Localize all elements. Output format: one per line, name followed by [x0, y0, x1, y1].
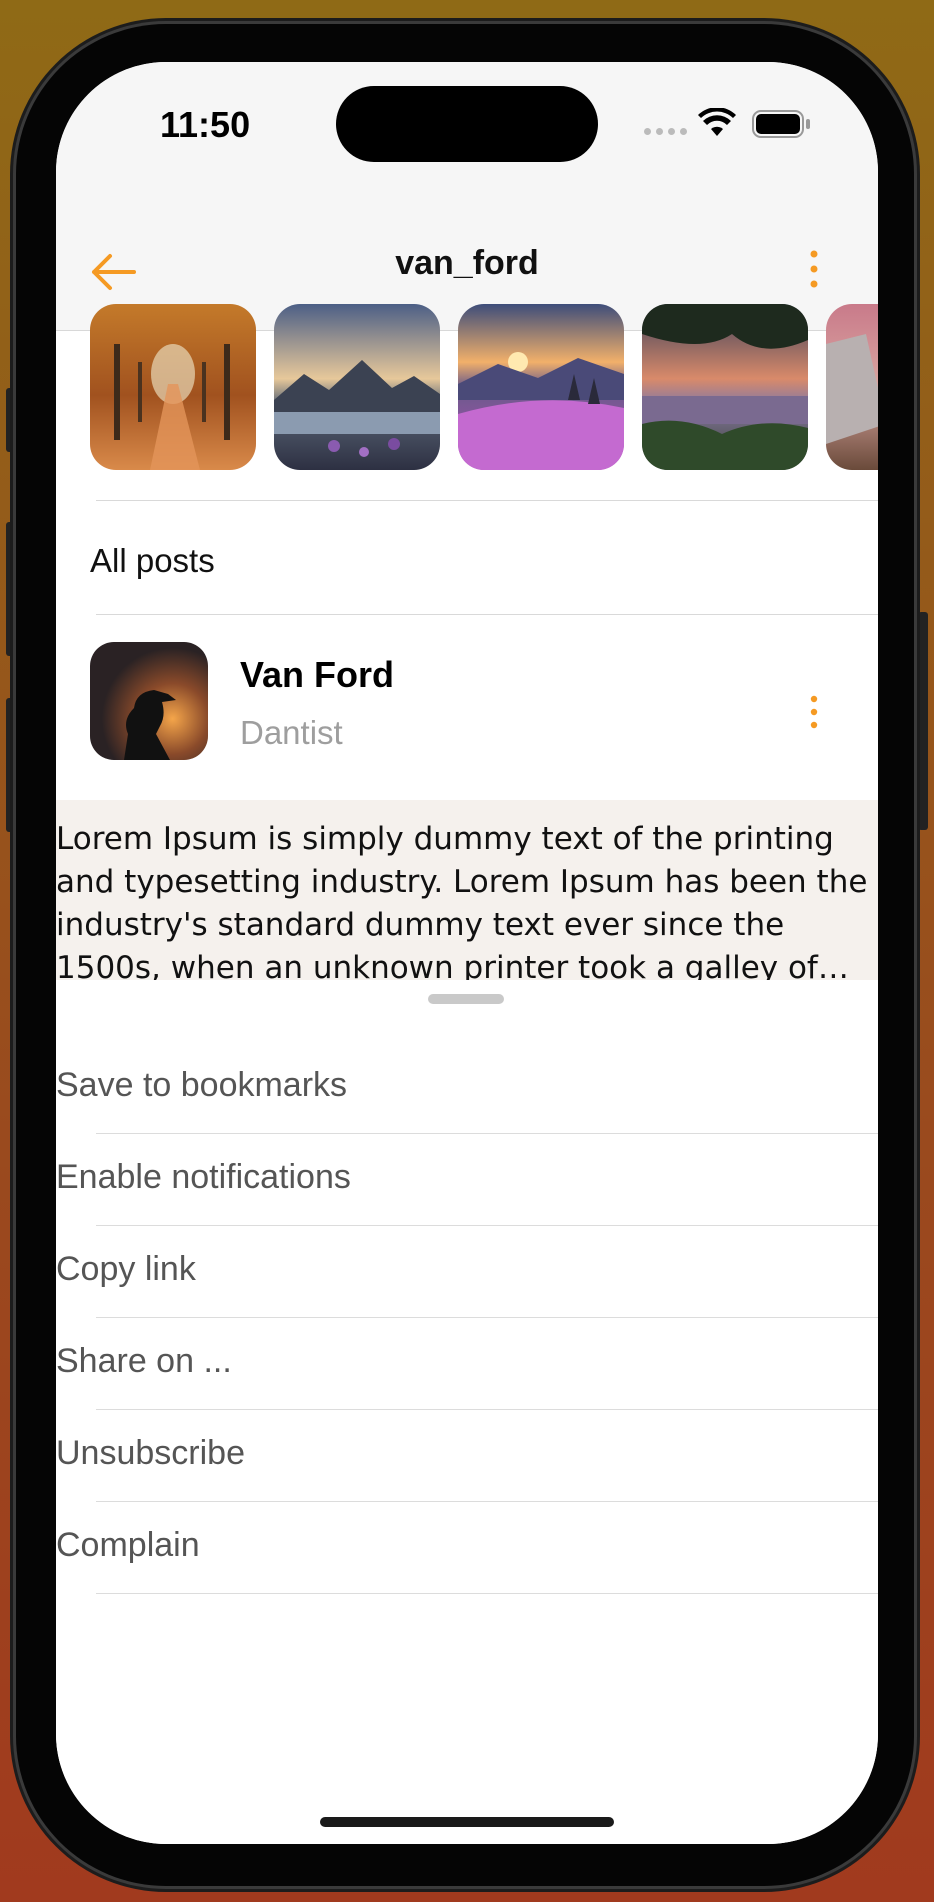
menu-item-complain[interactable]: Complain: [56, 1502, 878, 1594]
menu-item-label: Share on ...: [56, 1342, 232, 1380]
status-bar: 11:50: [56, 62, 878, 212]
sheet-grabber[interactable]: [428, 994, 504, 1004]
menu-item-label: Enable notifications: [56, 1158, 351, 1196]
menu-item-save-to-bookmarks[interactable]: Save to bookmarks: [56, 1042, 878, 1134]
more-vertical-icon[interactable]: [808, 248, 820, 290]
power-button: [918, 612, 928, 830]
author-name: Van Ford: [240, 654, 395, 695]
divider: [96, 500, 878, 501]
cellular-signal-icon: [644, 128, 687, 135]
menu-item-copy-link[interactable]: Copy link: [56, 1226, 878, 1318]
divider: [96, 1593, 878, 1594]
menu-item-enable-notifications[interactable]: Enable notifications: [56, 1134, 878, 1226]
story-thumbnail[interactable]: [642, 304, 808, 470]
volume-down-button: [6, 698, 16, 832]
battery-icon: [752, 110, 810, 138]
menu-item-share-on[interactable]: Share on ...: [56, 1318, 878, 1410]
home-indicator: [320, 1817, 614, 1827]
volume-up-button: [6, 522, 16, 656]
avatar[interactable]: [90, 642, 208, 760]
stories-carousel[interactable]: [90, 304, 878, 474]
menu-item-label: Unsubscribe: [56, 1434, 245, 1472]
post-body: Lorem Ipsum is simply dummy text of the …: [56, 800, 878, 980]
screen: 11:50 van_ford All posts Van Ford Dantis…: [56, 62, 878, 1844]
dynamic-island: [336, 86, 598, 162]
post-text: Lorem Ipsum is simply dummy text of the …: [56, 821, 868, 980]
page-title: van_ford: [395, 244, 539, 282]
story-thumbnail[interactable]: [90, 304, 256, 470]
story-thumbnail[interactable]: [274, 304, 440, 470]
action-sheet: Save to bookmarks Enable notifications C…: [56, 980, 878, 1844]
menu-item-label: Copy link: [56, 1250, 196, 1288]
wifi-icon: [698, 108, 736, 136]
section-title-all-posts: All posts: [90, 542, 215, 579]
post-header: Van Ford Dantist: [56, 614, 878, 800]
author-role: Dantist: [240, 714, 343, 751]
action-menu: Save to bookmarks Enable notifications C…: [56, 1042, 878, 1594]
menu-item-label: Save to bookmarks: [56, 1066, 348, 1104]
story-thumbnail[interactable]: [826, 304, 878, 470]
menu-item-label: Complain: [56, 1526, 200, 1564]
story-thumbnail[interactable]: [458, 304, 624, 470]
mute-switch: [6, 388, 16, 452]
post-more-icon[interactable]: [808, 694, 820, 730]
status-time: 11:50: [160, 104, 251, 145]
menu-item-unsubscribe[interactable]: Unsubscribe: [56, 1410, 878, 1502]
